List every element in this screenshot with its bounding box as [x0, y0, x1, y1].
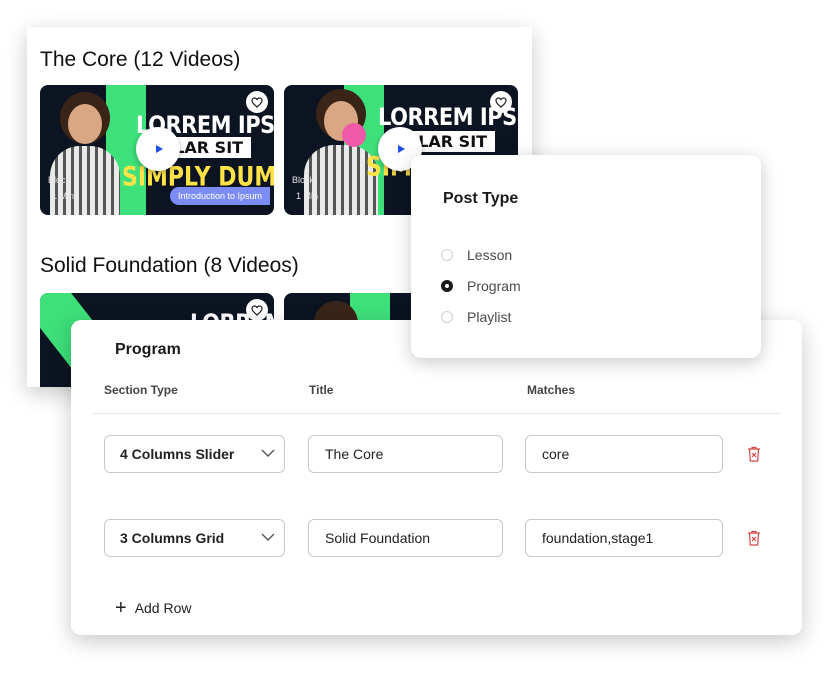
bubblegum-image — [342, 123, 366, 147]
column-header-section-type: Section Type — [104, 383, 178, 397]
radio-option-lesson[interactable]: Lesson — [441, 247, 512, 263]
radio-label: Lesson — [467, 247, 513, 263]
thumbnail-tag: Block — [48, 175, 71, 185]
thumbnail-duration: 1 Min — [296, 191, 319, 201]
section-type-select[interactable]: 3 Columns Grid — [104, 519, 285, 557]
trash-icon[interactable] — [747, 446, 761, 462]
header-divider — [93, 413, 781, 414]
title-input[interactable]: Solid Foundation — [308, 519, 503, 557]
add-row-button[interactable]: + Add Row — [115, 598, 192, 618]
radio-button[interactable] — [441, 249, 453, 261]
matches-input[interactable]: foundation,stage1 — [525, 519, 723, 557]
radio-label: Playlist — [467, 309, 512, 325]
thumbnail-tag: Block — [292, 175, 315, 185]
section-type-select[interactable]: 4 Columns Slider — [104, 435, 285, 473]
column-header-matches: Matches — [527, 383, 576, 397]
radio-option-program[interactable]: Program — [441, 278, 521, 294]
section-title-foundation: Solid Foundation (8 Videos) — [40, 254, 299, 277]
thumbnail-duration: 1 Min — [52, 191, 75, 201]
chevron-down-icon — [261, 449, 275, 457]
plus-icon: + — [115, 597, 127, 619]
post-type-card: Post Type Lesson Program Playlist — [411, 155, 761, 358]
heart-icon[interactable] — [246, 91, 268, 113]
chevron-down-icon — [261, 533, 275, 541]
section-type-value: 3 Columns Grid — [120, 530, 225, 546]
radio-button-selected[interactable] — [441, 280, 453, 292]
section-title-core: The Core (12 Videos) — [40, 48, 241, 71]
video-thumbnail[interactable]: LORREM IPSUM LLAR SIT SIMPLY DUMMY Block… — [40, 85, 274, 215]
thumbnail-pill: Introduction to Ipsum — [170, 187, 271, 205]
add-row-label: Add Row — [134, 600, 192, 616]
program-settings-card: Program Section Type Title Matches 4 Col… — [71, 320, 802, 635]
matches-input[interactable]: core — [525, 435, 723, 473]
radio-button[interactable] — [441, 311, 453, 323]
heart-icon[interactable] — [246, 299, 268, 321]
title-input-value: Solid Foundation — [325, 530, 431, 546]
trash-icon[interactable] — [747, 530, 761, 546]
column-header-title: Title — [309, 383, 334, 397]
radio-label: Program — [467, 278, 521, 294]
program-title: Program — [115, 341, 181, 358]
matches-input-value: core — [542, 446, 570, 462]
post-type-title: Post Type — [443, 190, 519, 207]
title-input[interactable]: The Core — [308, 435, 503, 473]
title-input-value: The Core — [325, 446, 384, 462]
matches-input-value: foundation,stage1 — [542, 530, 654, 546]
radio-option-playlist[interactable]: Playlist — [441, 309, 511, 325]
section-type-value: 4 Columns Slider — [120, 446, 235, 462]
heart-icon[interactable] — [490, 91, 512, 113]
play-icon[interactable] — [136, 127, 180, 171]
